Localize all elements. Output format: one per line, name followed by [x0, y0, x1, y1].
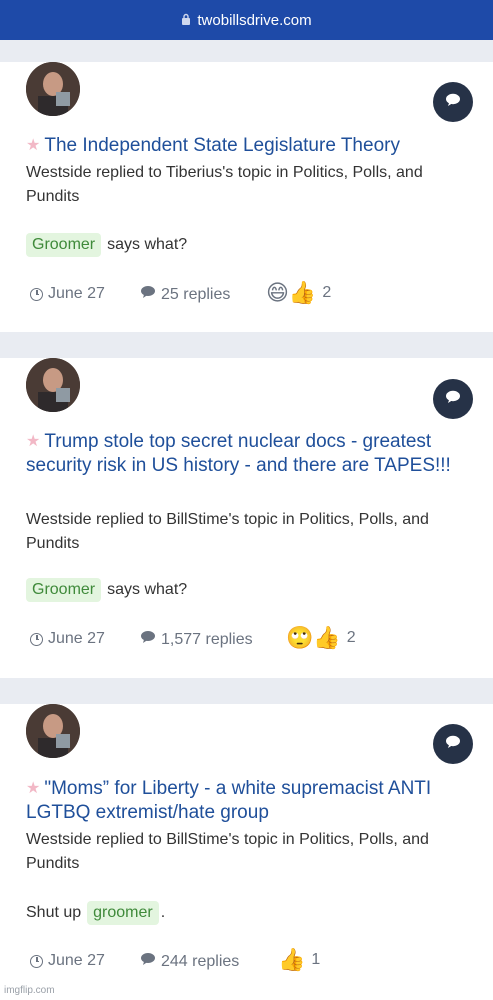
reply-button[interactable] [433, 82, 473, 122]
comment-icon [445, 390, 461, 409]
avatar[interactable] [26, 62, 80, 116]
post-date: June 27 [30, 285, 105, 303]
reaction-count: 2 [346, 629, 356, 646]
clock-icon [30, 954, 43, 968]
url-text: twobillsdrive.com [197, 11, 312, 29]
star-icon[interactable]: ★ [26, 780, 40, 797]
reply-button[interactable] [433, 724, 473, 764]
topic-title-link[interactable]: ★ The Independent State Legislature Theor… [26, 134, 476, 158]
watermark: imgflip.com [4, 985, 55, 996]
reaction-emoji: 🙄👍 [286, 625, 341, 650]
topic-title-link[interactable]: ★ Trump stole top secret nuclear docs - g… [26, 430, 476, 478]
clock-icon [30, 632, 43, 646]
browser-address-bar[interactable]: twobillsdrive.com [0, 0, 493, 40]
comment-icon [445, 735, 461, 754]
star-icon[interactable]: ★ [26, 433, 40, 450]
comment-icon [140, 285, 161, 304]
activity-card: ★ The Independent State Legislature Theor… [0, 62, 493, 332]
post-date: June 27 [30, 952, 105, 970]
activity-description: Westside replied to BillStime's topic in… [26, 831, 429, 872]
reply-button[interactable] [433, 379, 473, 419]
avatar[interactable] [26, 358, 80, 412]
activity-card: ★ "Moms” for Liberty - a white supremacis… [0, 704, 493, 1000]
reply-count[interactable]: 244 replies [140, 952, 239, 971]
snippet-prefix: Shut up [26, 904, 82, 921]
snippet-text: says what? [107, 581, 188, 598]
snippet-text: says what? [107, 236, 188, 253]
hashtag-link[interactable]: Groomer [26, 578, 102, 602]
clock-icon [30, 287, 43, 301]
reaction-emoji: 👍 [278, 947, 306, 972]
lock-icon [181, 12, 191, 29]
reaction-emoji: 😄👍 [266, 280, 317, 305]
topic-title-link[interactable]: ★ "Moms” for Liberty - a white supremacis… [26, 777, 476, 825]
activity-description: Westside replied to BillStime's topic in… [26, 511, 429, 552]
reactions[interactable]: 👍 1 [278, 947, 320, 973]
activity-description: Westside replied to Tiberius's topic in … [26, 164, 423, 205]
post-snippet: Groomer says what? [26, 578, 187, 602]
reactions[interactable]: 😄👍 2 [266, 280, 331, 306]
post-snippet: Shut up groomer . [26, 901, 165, 925]
hashtag-link[interactable]: Groomer [26, 233, 102, 257]
hashtag-link[interactable]: groomer [87, 901, 159, 925]
comment-icon [140, 630, 161, 649]
comment-icon [445, 93, 461, 112]
comment-icon [140, 952, 161, 971]
post-snippet: Groomer says what? [26, 233, 187, 257]
star-icon[interactable]: ★ [26, 137, 40, 154]
reactions[interactable]: 🙄👍 2 [286, 625, 356, 651]
reply-count[interactable]: 1,577 replies [140, 630, 253, 649]
reply-count[interactable]: 25 replies [140, 285, 230, 304]
activity-card: ★ Trump stole top secret nuclear docs - g… [0, 358, 493, 678]
avatar[interactable] [26, 704, 80, 758]
reaction-count: 2 [322, 284, 332, 301]
reaction-count: 1 [311, 951, 321, 968]
post-date: June 27 [30, 630, 105, 648]
snippet-suffix: . [160, 904, 166, 921]
